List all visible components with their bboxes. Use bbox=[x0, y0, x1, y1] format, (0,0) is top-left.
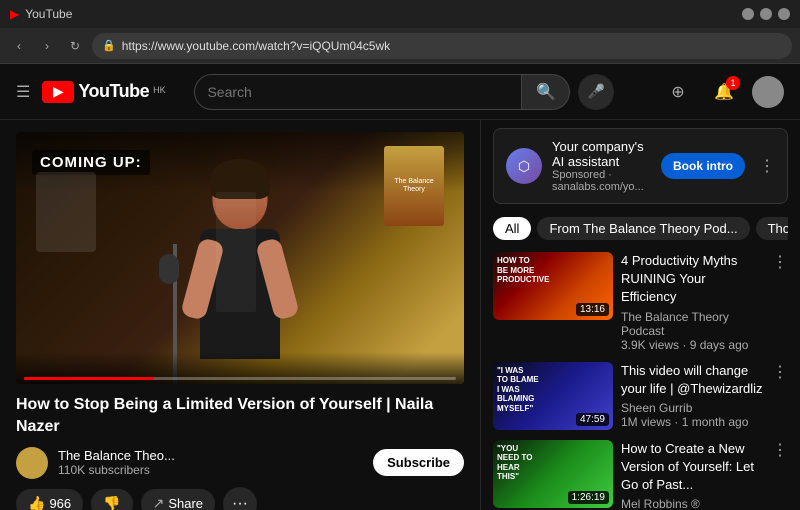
user-avatar[interactable] bbox=[752, 76, 784, 108]
forward-button[interactable]: › bbox=[36, 35, 58, 57]
search-input[interactable] bbox=[207, 84, 509, 100]
video-controls bbox=[16, 352, 464, 384]
video-info: 4 Productivity Myths RUINING Your Effici… bbox=[621, 252, 764, 352]
progress-fill bbox=[24, 377, 154, 380]
share-icon: ↗ bbox=[153, 495, 165, 510]
like-button[interactable]: 👍 966 bbox=[16, 489, 83, 510]
video-info: This video will change your life | @Thew… bbox=[621, 362, 764, 429]
progress-bar[interactable] bbox=[24, 377, 456, 380]
search-input-wrap[interactable] bbox=[194, 74, 522, 110]
ad-title: Your company's AI assistant bbox=[552, 139, 651, 169]
notifications-button[interactable]: 🔔 1 bbox=[706, 74, 742, 110]
thumbs-down-icon: 👎 bbox=[103, 495, 120, 510]
video-item-channel: Mel Robbins ® bbox=[621, 497, 764, 510]
video-item-more-button[interactable]: ⋮ bbox=[772, 362, 788, 382]
refresh-button[interactable]: ↻ bbox=[64, 35, 86, 57]
ad-sponsored-label: Sponsored · sanalabs.com/yo... bbox=[552, 169, 651, 193]
minimize-button[interactable] bbox=[742, 8, 754, 20]
subscribe-button[interactable]: Subscribe bbox=[373, 449, 464, 476]
address-bar[interactable]: 🔒 https://www.youtube.com/watch?v=iQQUm0… bbox=[92, 33, 792, 59]
video-item-meta: 1M views · 1 month ago bbox=[621, 415, 764, 429]
filter-chip-balance-theory[interactable]: From The Balance Theory Pod... bbox=[537, 217, 749, 240]
channel-info: The Balance Theo... 110K subscribers bbox=[58, 448, 363, 477]
ad-icon: ⬡ bbox=[506, 148, 542, 184]
right-panel: ⬡ Your company's AI assistant Sponsored … bbox=[480, 120, 800, 510]
channel-row: The Balance Theo... 110K subscribers Sub… bbox=[16, 447, 464, 479]
main-content: COMING UP: The Balance Theory bbox=[0, 120, 800, 510]
list-item[interactable]: "I WASTO BLAMEI WASBLAMINGMYSELF" 47:59 … bbox=[493, 362, 788, 430]
app-favicon: ▶ bbox=[10, 7, 19, 21]
video-item-more-button[interactable]: ⋮ bbox=[772, 440, 788, 460]
create-button[interactable]: ⊕ bbox=[660, 74, 696, 110]
video-thumbnail: HOW TOBE MOREPRODUCTIVE 13:16 bbox=[493, 252, 613, 320]
share-button[interactable]: ↗ Share bbox=[141, 489, 215, 510]
video-duration: 13:16 bbox=[576, 303, 609, 316]
browser-toolbar: ‹ › ↻ 🔒 https://www.youtube.com/watch?v=… bbox=[0, 28, 800, 64]
video-player[interactable]: COMING UP: The Balance Theory bbox=[16, 132, 464, 384]
channel-avatar[interactable] bbox=[16, 447, 48, 479]
channel-name[interactable]: The Balance Theo... bbox=[58, 448, 363, 463]
video-title: How to Stop Being a Limited Version of Y… bbox=[16, 394, 464, 439]
window-title: YouTube bbox=[25, 7, 72, 21]
voice-search-button[interactable]: 🎤 bbox=[578, 74, 614, 110]
hamburger-menu-button[interactable]: ☰ bbox=[16, 82, 30, 102]
more-actions-button[interactable]: ··· bbox=[223, 487, 257, 510]
video-panel: COMING UP: The Balance Theory bbox=[0, 120, 480, 510]
video-item-title: This video will change your life | @Thew… bbox=[621, 362, 764, 398]
notification-badge: 1 bbox=[726, 76, 740, 90]
list-item[interactable]: HOW TOBE MOREPRODUCTIVE 13:16 4 Producti… bbox=[493, 252, 788, 352]
yt-logo-text: YouTube bbox=[78, 81, 149, 102]
header-actions: ⊕ 🔔 1 bbox=[660, 74, 784, 110]
yt-region-label: HK bbox=[153, 85, 166, 95]
video-thumbnail: "YOUNEED TOHEARTHIS" 1:26:19 bbox=[493, 440, 613, 508]
bg-element-2 bbox=[216, 192, 256, 312]
lock-icon: 🔒 bbox=[102, 39, 116, 52]
filter-row: All From The Balance Theory Pod... Thoug… bbox=[493, 214, 788, 242]
list-item[interactable]: "YOUNEED TOHEARTHIS" 1:26:19 How to Crea… bbox=[493, 440, 788, 510]
youtube-header: ☰ ▶ YouTube HK 🔍 🎤 ⊕ 🔔 1 bbox=[0, 64, 800, 120]
video-item-more-button[interactable]: ⋮ bbox=[772, 252, 788, 272]
ad-text: Your company's AI assistant Sponsored · … bbox=[552, 139, 651, 193]
video-info: How to Create a New Version of Yourself:… bbox=[621, 440, 764, 510]
dislike-button[interactable]: 👎 bbox=[91, 489, 132, 510]
video-thumbnail-inset: The Balance Theory bbox=[384, 146, 444, 226]
search-button[interactable]: 🔍 bbox=[522, 74, 570, 110]
video-duration: 1:26:19 bbox=[568, 491, 609, 504]
video-item-meta: 3.9K views · 9 days ago bbox=[621, 338, 764, 352]
maximize-button[interactable] bbox=[760, 8, 772, 20]
yt-logo-icon: ▶ bbox=[42, 81, 74, 103]
ad-card: ⬡ Your company's AI assistant Sponsored … bbox=[493, 128, 788, 204]
book-intro-button[interactable]: Book intro bbox=[661, 153, 745, 179]
action-row: 👍 966 👎 ↗ Share ··· bbox=[16, 487, 464, 510]
youtube-logo[interactable]: ▶ YouTube HK bbox=[42, 81, 165, 103]
video-item-channel: The Balance Theory Podcast bbox=[621, 310, 764, 338]
mic-head bbox=[159, 254, 179, 284]
url-text: https://www.youtube.com/watch?v=iQQUm04c… bbox=[122, 39, 390, 53]
channel-subscribers: 110K subscribers bbox=[58, 463, 363, 477]
close-button[interactable] bbox=[778, 8, 790, 20]
video-thumbnail: "I WASTO BLAMEI WASBLAMINGMYSELF" 47:59 bbox=[493, 362, 613, 430]
back-button[interactable]: ‹ bbox=[8, 35, 30, 57]
video-item-title: How to Create a New Version of Yourself:… bbox=[621, 440, 764, 495]
ad-more-button[interactable]: ⋮ bbox=[759, 156, 775, 176]
filter-chip-all[interactable]: All bbox=[493, 217, 531, 240]
search-bar: 🔍 🎤 bbox=[194, 74, 614, 110]
video-background: COMING UP: The Balance Theory bbox=[16, 132, 464, 384]
thumbs-up-icon: 👍 bbox=[28, 495, 45, 510]
filter-chip-thought[interactable]: Thought... bbox=[756, 217, 788, 240]
video-item-title: 4 Productivity Myths RUINING Your Effici… bbox=[621, 252, 764, 307]
title-bar: ▶ YouTube bbox=[0, 0, 800, 28]
video-item-channel: Sheen Gurrib bbox=[621, 401, 764, 415]
video-duration: 47:59 bbox=[576, 413, 609, 426]
bg-element-1 bbox=[36, 172, 96, 252]
